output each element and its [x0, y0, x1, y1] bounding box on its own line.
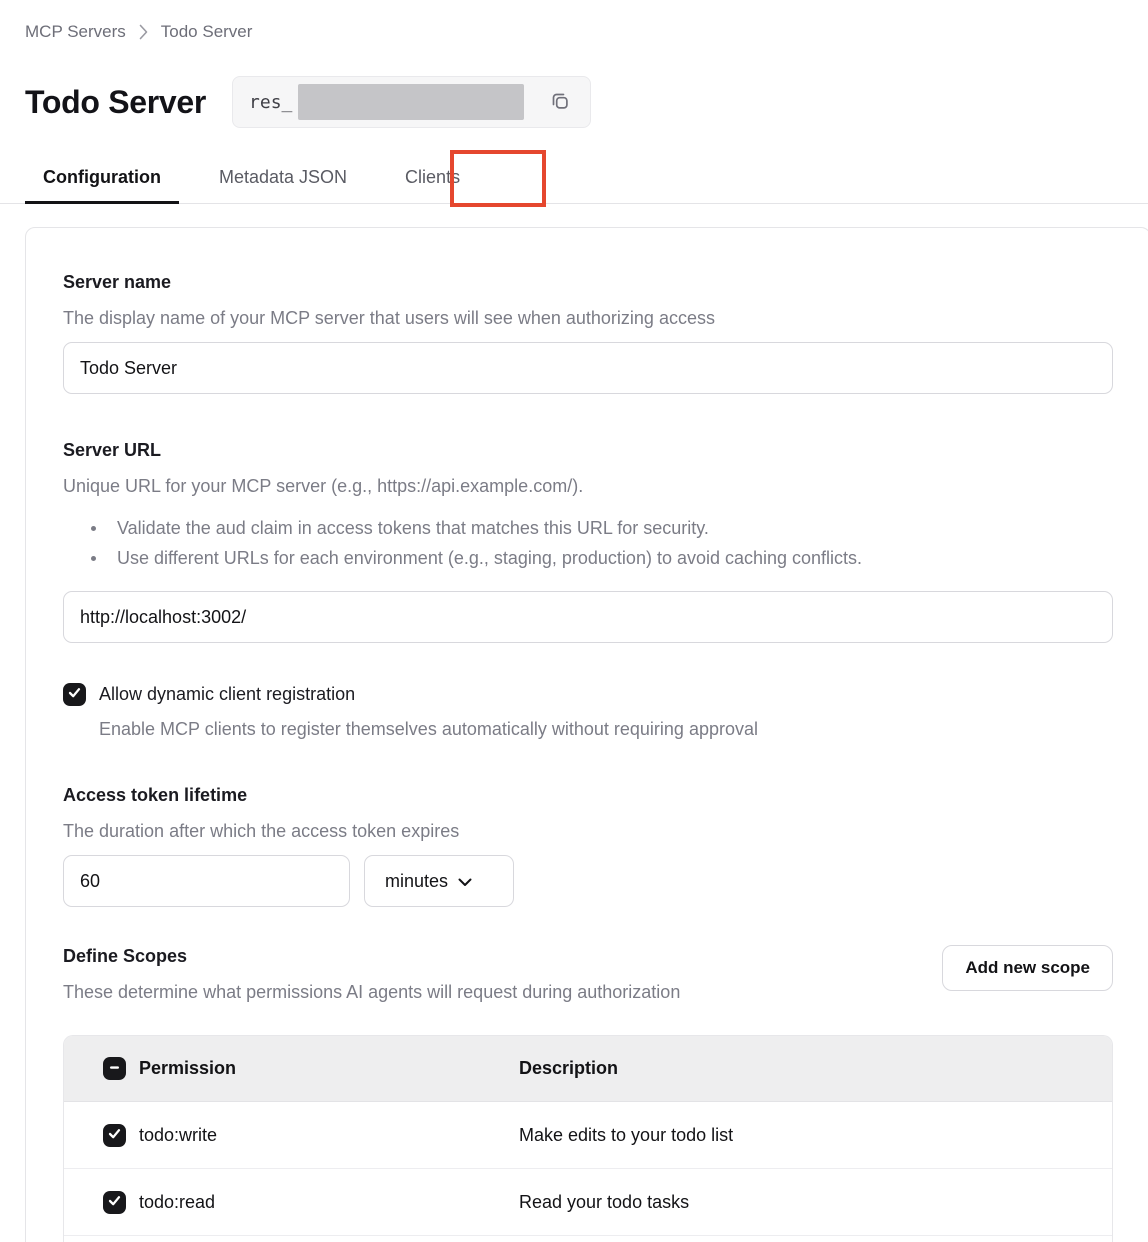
scopes-description: These determine what permissions AI agen… — [63, 981, 680, 1003]
tab-configuration[interactable]: Configuration — [25, 152, 179, 203]
copy-button[interactable] — [544, 85, 576, 120]
token-lifetime-inputs: minutes — [63, 855, 1113, 907]
server-name-description: The display name of your MCP server that… — [63, 307, 1113, 329]
token-lifetime-unit-select[interactable]: minutes — [364, 855, 514, 907]
scope-permission: todo:read — [139, 1192, 215, 1213]
column-header-description: Description — [519, 1058, 618, 1079]
server-url-description: Unique URL for your MCP server (e.g., ht… — [63, 475, 1113, 497]
scopes-label: Define Scopes — [63, 945, 680, 967]
dynamic-registration-row: Allow dynamic client registration — [63, 683, 1113, 706]
server-url-note-item: Use different URLs for each environment … — [63, 543, 1113, 573]
tab-clients[interactable]: Clients — [387, 152, 478, 203]
breadcrumb-todo-server: Todo Server — [161, 22, 253, 42]
server-url-input[interactable] — [63, 591, 1113, 643]
table-row: todo:write Make edits to your todo list — [64, 1102, 1112, 1169]
server-url-notes: Validate the aud claim in access tokens … — [63, 513, 1113, 573]
select-all-checkbox[interactable] — [103, 1057, 126, 1080]
token-lifetime-label: Access token lifetime — [63, 784, 1113, 806]
tab-metadata-json[interactable]: Metadata JSON — [201, 152, 365, 203]
scopes-section-header: Define Scopes These determine what permi… — [63, 945, 1113, 1003]
checkmark-icon — [107, 1192, 122, 1213]
table-row: todo:read Read your todo tasks — [64, 1169, 1112, 1236]
indeterminate-icon — [108, 1058, 121, 1079]
column-header-permission: Permission — [139, 1058, 236, 1079]
dynamic-registration-checkbox[interactable] — [63, 683, 86, 706]
scope-description: Make edits to your todo list — [519, 1125, 733, 1146]
configuration-card: Server name The display name of your MCP… — [25, 227, 1148, 1242]
checkmark-icon — [107, 1125, 122, 1146]
server-url-note-item: Validate the aud claim in access tokens … — [63, 513, 1113, 543]
redacted-resource-id — [298, 84, 524, 120]
chevron-right-icon — [139, 24, 148, 40]
scope-description: Read your todo tasks — [519, 1192, 689, 1213]
add-new-scope-button[interactable]: Add new scope — [942, 945, 1113, 991]
token-lifetime-description: The duration after which the access toke… — [63, 820, 1113, 842]
resource-id-prefix: res_ — [249, 92, 292, 113]
server-name-input[interactable] — [63, 342, 1113, 394]
dynamic-registration-label[interactable]: Allow dynamic client registration — [99, 684, 355, 705]
scope-checkbox[interactable] — [103, 1124, 126, 1147]
breadcrumb: MCP Servers Todo Server — [25, 22, 1148, 42]
server-name-label: Server name — [63, 271, 1113, 293]
scopes-table-header: Permission Description — [64, 1036, 1112, 1102]
token-lifetime-unit-value: minutes — [385, 871, 448, 892]
resource-id-badge: res_ — [232, 76, 591, 128]
tab-bar: Configuration Metadata JSON Clients — [0, 152, 1148, 204]
breadcrumb-mcp-servers[interactable]: MCP Servers — [25, 22, 126, 42]
checkmark-icon — [67, 685, 82, 705]
dynamic-registration-description: Enable MCP clients to register themselve… — [99, 718, 1113, 740]
page-header: Todo Server res_ — [25, 76, 1148, 128]
page-title: Todo Server — [25, 83, 206, 121]
scopes-table: Permission Description todo:write Make e… — [63, 1035, 1113, 1242]
scope-checkbox[interactable] — [103, 1191, 126, 1214]
scope-permission: todo:write — [139, 1125, 217, 1146]
chevron-down-icon — [458, 871, 472, 892]
copy-icon — [546, 87, 574, 118]
server-url-label: Server URL — [63, 439, 1113, 461]
token-lifetime-value-input[interactable] — [63, 855, 350, 907]
